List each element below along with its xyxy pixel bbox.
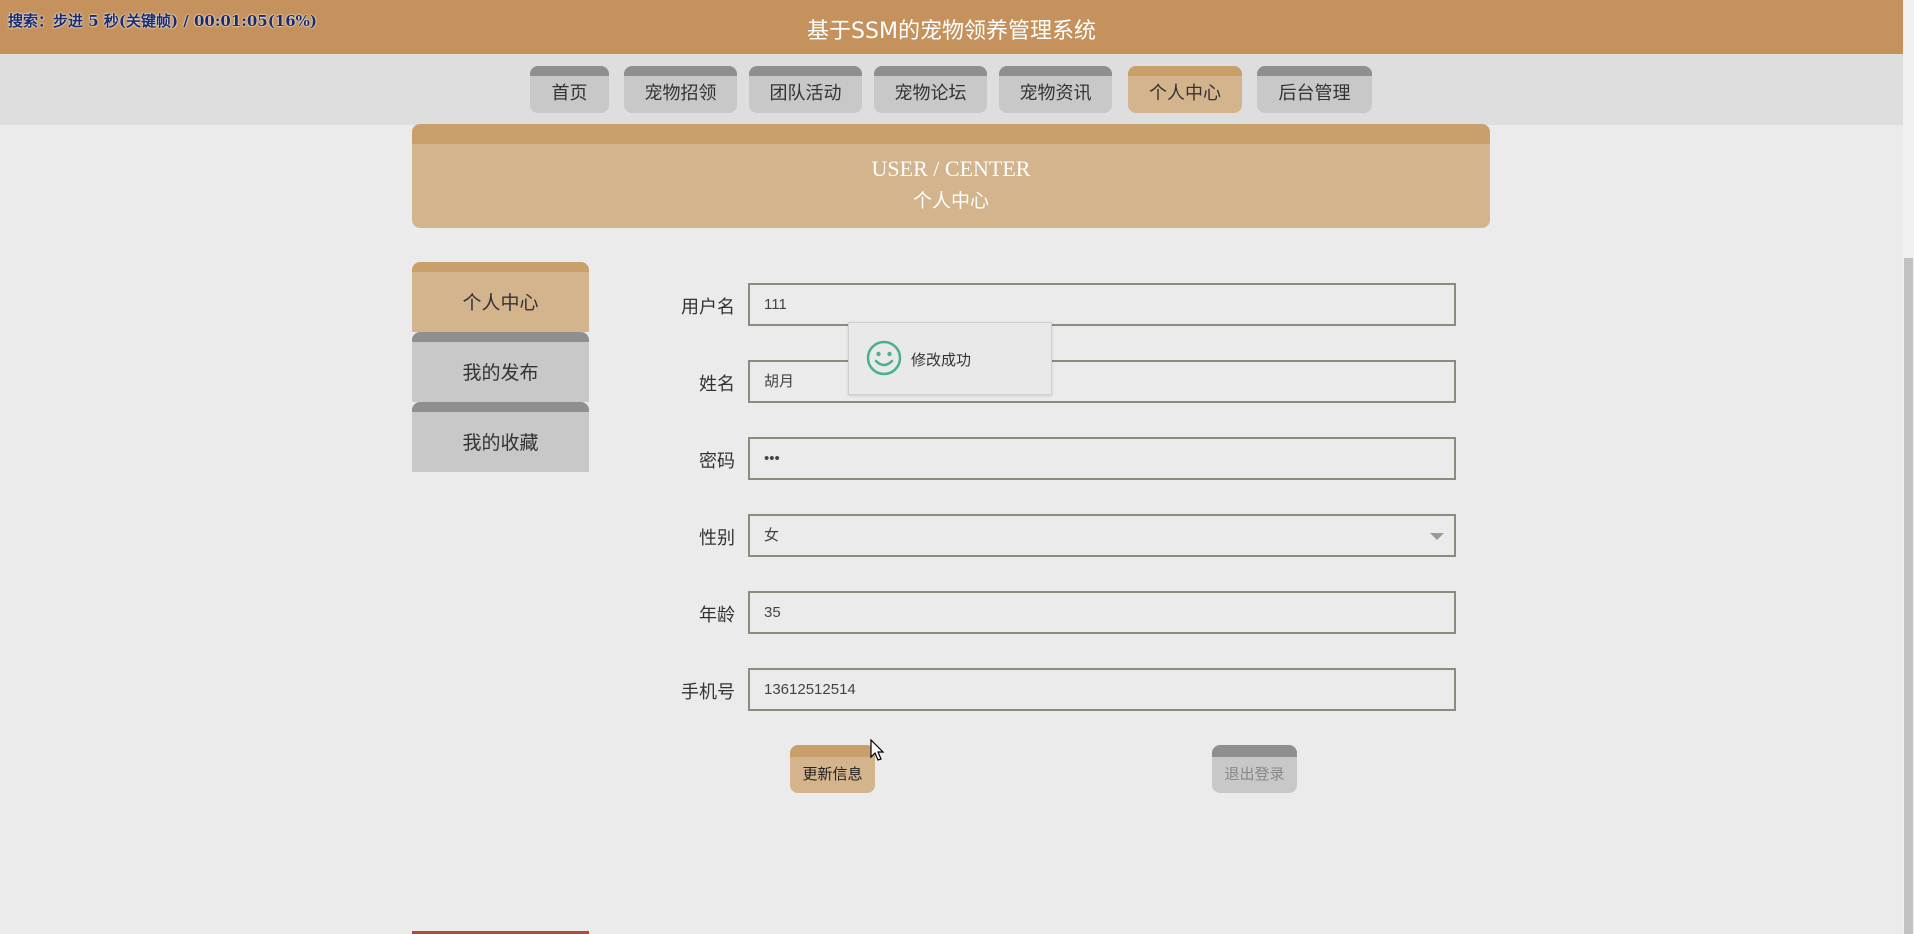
nav-pet-adoption[interactable]: 宠物招领 bbox=[624, 66, 737, 113]
phone-label: 手机号 bbox=[681, 682, 735, 703]
chevron-down-icon bbox=[1430, 533, 1444, 540]
age-field[interactable]: 35 bbox=[748, 591, 1456, 634]
password-field[interactable]: ••• bbox=[748, 437, 1456, 480]
page-scrollbar[interactable] bbox=[1903, 0, 1914, 934]
password-label: 密码 bbox=[699, 451, 735, 472]
toast-message: 修改成功 bbox=[911, 351, 972, 369]
sidebar-item-my-favorites[interactable]: 我的收藏 bbox=[412, 402, 589, 472]
top-header-bar: 基于SSM的宠物领养管理系统 搜索：步进 5 秒(关键帧) / 00:01:05… bbox=[0, 0, 1903, 54]
phone-field[interactable]: 13612512514 bbox=[748, 668, 1456, 711]
username-label: 用户名 bbox=[681, 297, 735, 318]
age-label: 年龄 bbox=[699, 605, 735, 626]
username-field[interactable]: 111 bbox=[748, 283, 1456, 326]
update-info-button[interactable]: 更新信息 bbox=[790, 745, 875, 793]
gender-select[interactable]: 女 bbox=[748, 514, 1456, 557]
nav-pet-forum[interactable]: 宠物论坛 bbox=[874, 66, 987, 113]
name-label: 姓名 bbox=[699, 374, 735, 395]
smiley-icon bbox=[866, 340, 902, 376]
scrollbar-thumb[interactable] bbox=[1904, 258, 1913, 934]
sidebar-item-user-center[interactable]: 个人中心 bbox=[412, 262, 589, 332]
banner-chinese-title: 个人中心 bbox=[912, 190, 989, 212]
gender-selected-value: 女 bbox=[764, 527, 780, 544]
main-nav: 首页 宠物招领 团队活动 宠物论坛 宠物资讯 个人中心 后台管理 bbox=[0, 54, 1903, 125]
success-toast: 修改成功 bbox=[848, 322, 1052, 395]
nav-home[interactable]: 首页 bbox=[530, 66, 609, 113]
nav-pet-news[interactable]: 宠物资讯 bbox=[999, 66, 1112, 113]
logout-button[interactable]: 退出登录 bbox=[1212, 745, 1297, 793]
banner-english-title: USER / CENTER bbox=[871, 156, 1031, 181]
mouse-cursor-icon bbox=[870, 739, 885, 761]
nav-admin[interactable]: 后台管理 bbox=[1257, 66, 1372, 113]
sidebar-item-my-posts[interactable]: 我的发布 bbox=[412, 332, 589, 402]
section-banner: USER / CENTER 个人中心 bbox=[412, 124, 1490, 228]
gender-label: 性别 bbox=[699, 528, 735, 549]
player-overlay-text: 搜索：步进 5 秒(关键帧) / 00:01:05(16%) bbox=[8, 12, 318, 30]
nav-user-center[interactable]: 个人中心 bbox=[1128, 66, 1242, 113]
nav-team-activities[interactable]: 团队活动 bbox=[749, 66, 862, 113]
